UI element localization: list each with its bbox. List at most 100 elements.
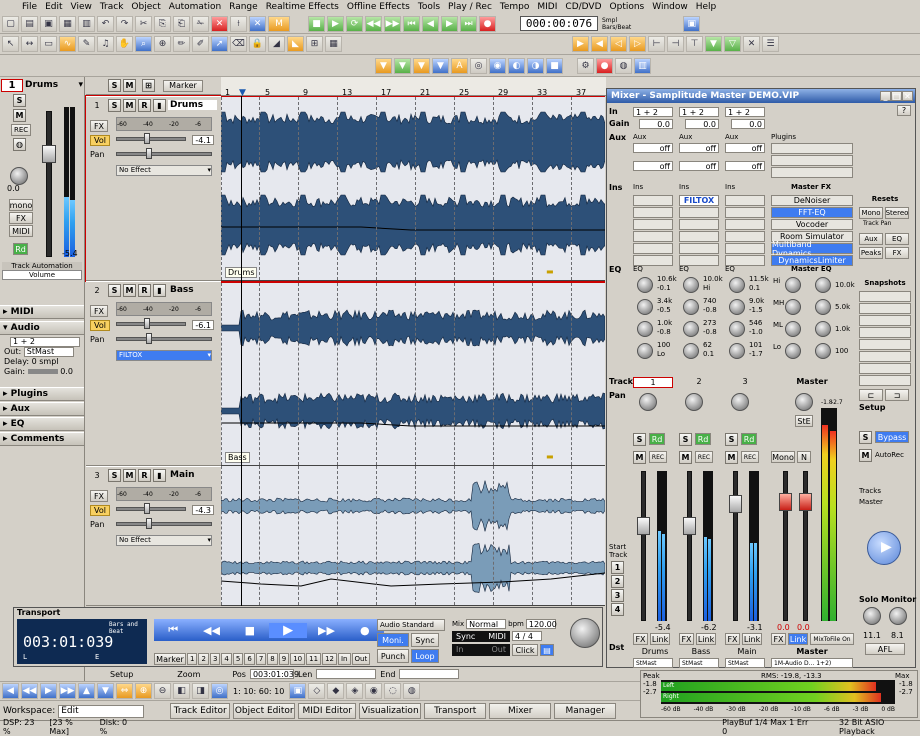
snapshot-slot[interactable] xyxy=(859,327,911,338)
tracks-toggle[interactable]: Tracks xyxy=(859,487,881,495)
eq-knob[interactable] xyxy=(637,343,653,359)
mixer-fx-button[interactable]: FX xyxy=(725,633,740,645)
insert-slot[interactable] xyxy=(679,219,719,230)
zoom-3-icon[interactable]: ◌ xyxy=(384,683,402,699)
master-plugin-slot[interactable] xyxy=(771,155,853,166)
to-start-transport-icon[interactable]: ⏮ xyxy=(154,623,192,637)
fade-icon[interactable]: ◣ xyxy=(287,36,304,52)
pos-field[interactable]: 003:01:039 xyxy=(249,669,299,679)
marker-number-button[interactable]: 4 xyxy=(221,653,232,665)
start-track-button[interactable]: 1 xyxy=(611,561,624,574)
track-record-button[interactable]: R xyxy=(138,468,151,482)
marker-button[interactable]: Marker xyxy=(154,653,186,665)
settings-gear-icon[interactable]: ⚙ xyxy=(577,57,594,74)
mixer-icon[interactable]: ▥ xyxy=(634,57,651,74)
pan-knob[interactable] xyxy=(731,393,749,411)
track-vol-button[interactable]: Vol xyxy=(90,320,110,331)
pointer-icon[interactable]: ↖ xyxy=(2,36,19,52)
afl-button[interactable]: AFL xyxy=(865,643,905,655)
maximize-icon[interactable]: □ xyxy=(891,91,902,101)
time-display[interactable]: 000:00:076 xyxy=(520,16,598,31)
mixer-mute-button[interactable]: M xyxy=(679,451,692,464)
inspector-rec-button[interactable]: REC xyxy=(11,124,32,136)
end-field[interactable] xyxy=(399,669,460,679)
fx-9-icon[interactable]: ◑ xyxy=(527,57,544,74)
track-waveform[interactable]: Bass ▬ xyxy=(221,281,605,466)
snapshot-recall-button[interactable]: ⊏ xyxy=(859,389,883,401)
object-icon[interactable]: ▭ xyxy=(40,36,57,52)
to-end-icon[interactable]: ⏭ xyxy=(460,15,477,32)
track-name[interactable]: Drums xyxy=(25,80,76,90)
track-fx-button[interactable]: FX xyxy=(90,305,108,317)
scrub-icon[interactable]: ♫ xyxy=(97,36,114,52)
help-button[interactable]: ? xyxy=(897,105,911,116)
audio-mode-select[interactable]: Standard xyxy=(402,621,434,629)
eq-knob[interactable] xyxy=(637,321,653,337)
menu-realtime-effects[interactable]: Realtime Effects xyxy=(266,2,339,12)
mixer-link-button[interactable]: Link xyxy=(696,633,716,645)
copy-icon[interactable]: ⎘ xyxy=(154,15,171,32)
section-midi[interactable]: ▸ MIDI xyxy=(0,305,84,319)
audio-output-select[interactable]: StMast xyxy=(23,347,74,357)
reset-stereo-button[interactable]: Stereo xyxy=(885,207,909,219)
zoom-h-icon[interactable]: ◎ xyxy=(211,683,228,699)
marker-number-button[interactable]: 11 xyxy=(306,653,322,665)
sync-button[interactable]: Sync xyxy=(411,633,439,647)
all-solo-button[interactable]: S xyxy=(108,79,121,92)
master-fader-handle[interactable] xyxy=(799,493,812,511)
open-folder-icon[interactable]: ▤ xyxy=(21,15,38,32)
menu-object[interactable]: Object xyxy=(131,2,160,12)
save-all-icon[interactable]: ▦ xyxy=(59,15,76,32)
snapshot-slot[interactable] xyxy=(859,339,911,350)
playhead-marker-icon[interactable]: ▼ xyxy=(239,88,246,98)
nav-prev2-icon[interactable]: ◀◀ xyxy=(21,683,38,699)
marker-number-button[interactable]: 10 xyxy=(290,653,306,665)
mixer-fx-button[interactable]: FX xyxy=(679,633,694,645)
snapshot-slot[interactable] xyxy=(859,375,911,386)
eq-knob[interactable] xyxy=(637,277,653,293)
zoom-sel-icon[interactable]: ◧ xyxy=(173,683,190,699)
marker-number-button[interactable]: 7 xyxy=(255,653,267,665)
menu-edit[interactable]: Edit xyxy=(45,2,62,12)
snapshot-store-button[interactable]: ⊐ xyxy=(885,389,909,401)
mixer-rec-button[interactable]: REC xyxy=(695,451,713,463)
master-dst-select[interactable]: 1M-Audio D... 1+2) xyxy=(771,658,853,668)
pan-knob[interactable] xyxy=(639,393,657,411)
delay-value[interactable]: 0 smpl xyxy=(32,357,59,366)
nav-down-icon[interactable]: ▼ xyxy=(97,683,114,699)
click-settings-icon[interactable]: ▤ xyxy=(540,644,554,656)
master-plugin-slot[interactable] xyxy=(771,143,853,154)
marker-number-button[interactable]: 1 xyxy=(187,653,198,665)
master-eq-knob[interactable] xyxy=(785,277,801,293)
menu-midi[interactable]: MIDI xyxy=(537,2,557,12)
audio-input-select[interactable]: 1 + 2 xyxy=(10,337,80,347)
tab-manager[interactable]: Manager xyxy=(554,703,617,719)
play-triangle-icon[interactable]: ▶ xyxy=(881,539,892,555)
time-signature[interactable]: 4 / 4 xyxy=(512,631,542,641)
to-start-icon[interactable]: ⏮ xyxy=(403,15,420,32)
mixer-track-number[interactable]: 2 xyxy=(679,377,719,386)
volume-tool-icon[interactable]: ◢ xyxy=(268,36,285,52)
pan-slider[interactable] xyxy=(116,522,212,526)
arrow-tool-icon[interactable]: ➚ xyxy=(211,36,228,52)
section-eq[interactable]: ▸ EQ xyxy=(0,417,84,431)
mixer-read-button[interactable]: Rd xyxy=(695,433,711,445)
master-eq-knob[interactable] xyxy=(785,299,801,315)
monitor-speaker-icon[interactable]: ◍ xyxy=(13,138,26,151)
eq-knob[interactable] xyxy=(683,299,699,315)
play-icon[interactable]: ▶ xyxy=(327,15,344,32)
tab-object-editor[interactable]: Object Editor xyxy=(233,703,296,719)
inspector-fader-handle[interactable] xyxy=(42,145,56,163)
track-volume-value[interactable]: -6.1 xyxy=(192,320,214,330)
pan-slider-handle[interactable] xyxy=(146,148,152,159)
track-mute-button[interactable]: M xyxy=(123,468,136,482)
mixer-fader-handle[interactable] xyxy=(637,517,650,535)
fx-3-icon[interactable]: ▼ xyxy=(413,57,430,74)
clip-name[interactable]: Bass xyxy=(225,452,250,463)
split-icon[interactable]: ⟊ xyxy=(230,15,247,32)
pan-knob[interactable] xyxy=(10,167,28,185)
scrub-back-icon[interactable]: ◀ xyxy=(422,15,439,32)
track-record-button[interactable]: R xyxy=(138,283,151,297)
new-file-icon[interactable]: ▢ xyxy=(2,15,19,32)
track-solo-button[interactable]: S xyxy=(108,283,121,297)
